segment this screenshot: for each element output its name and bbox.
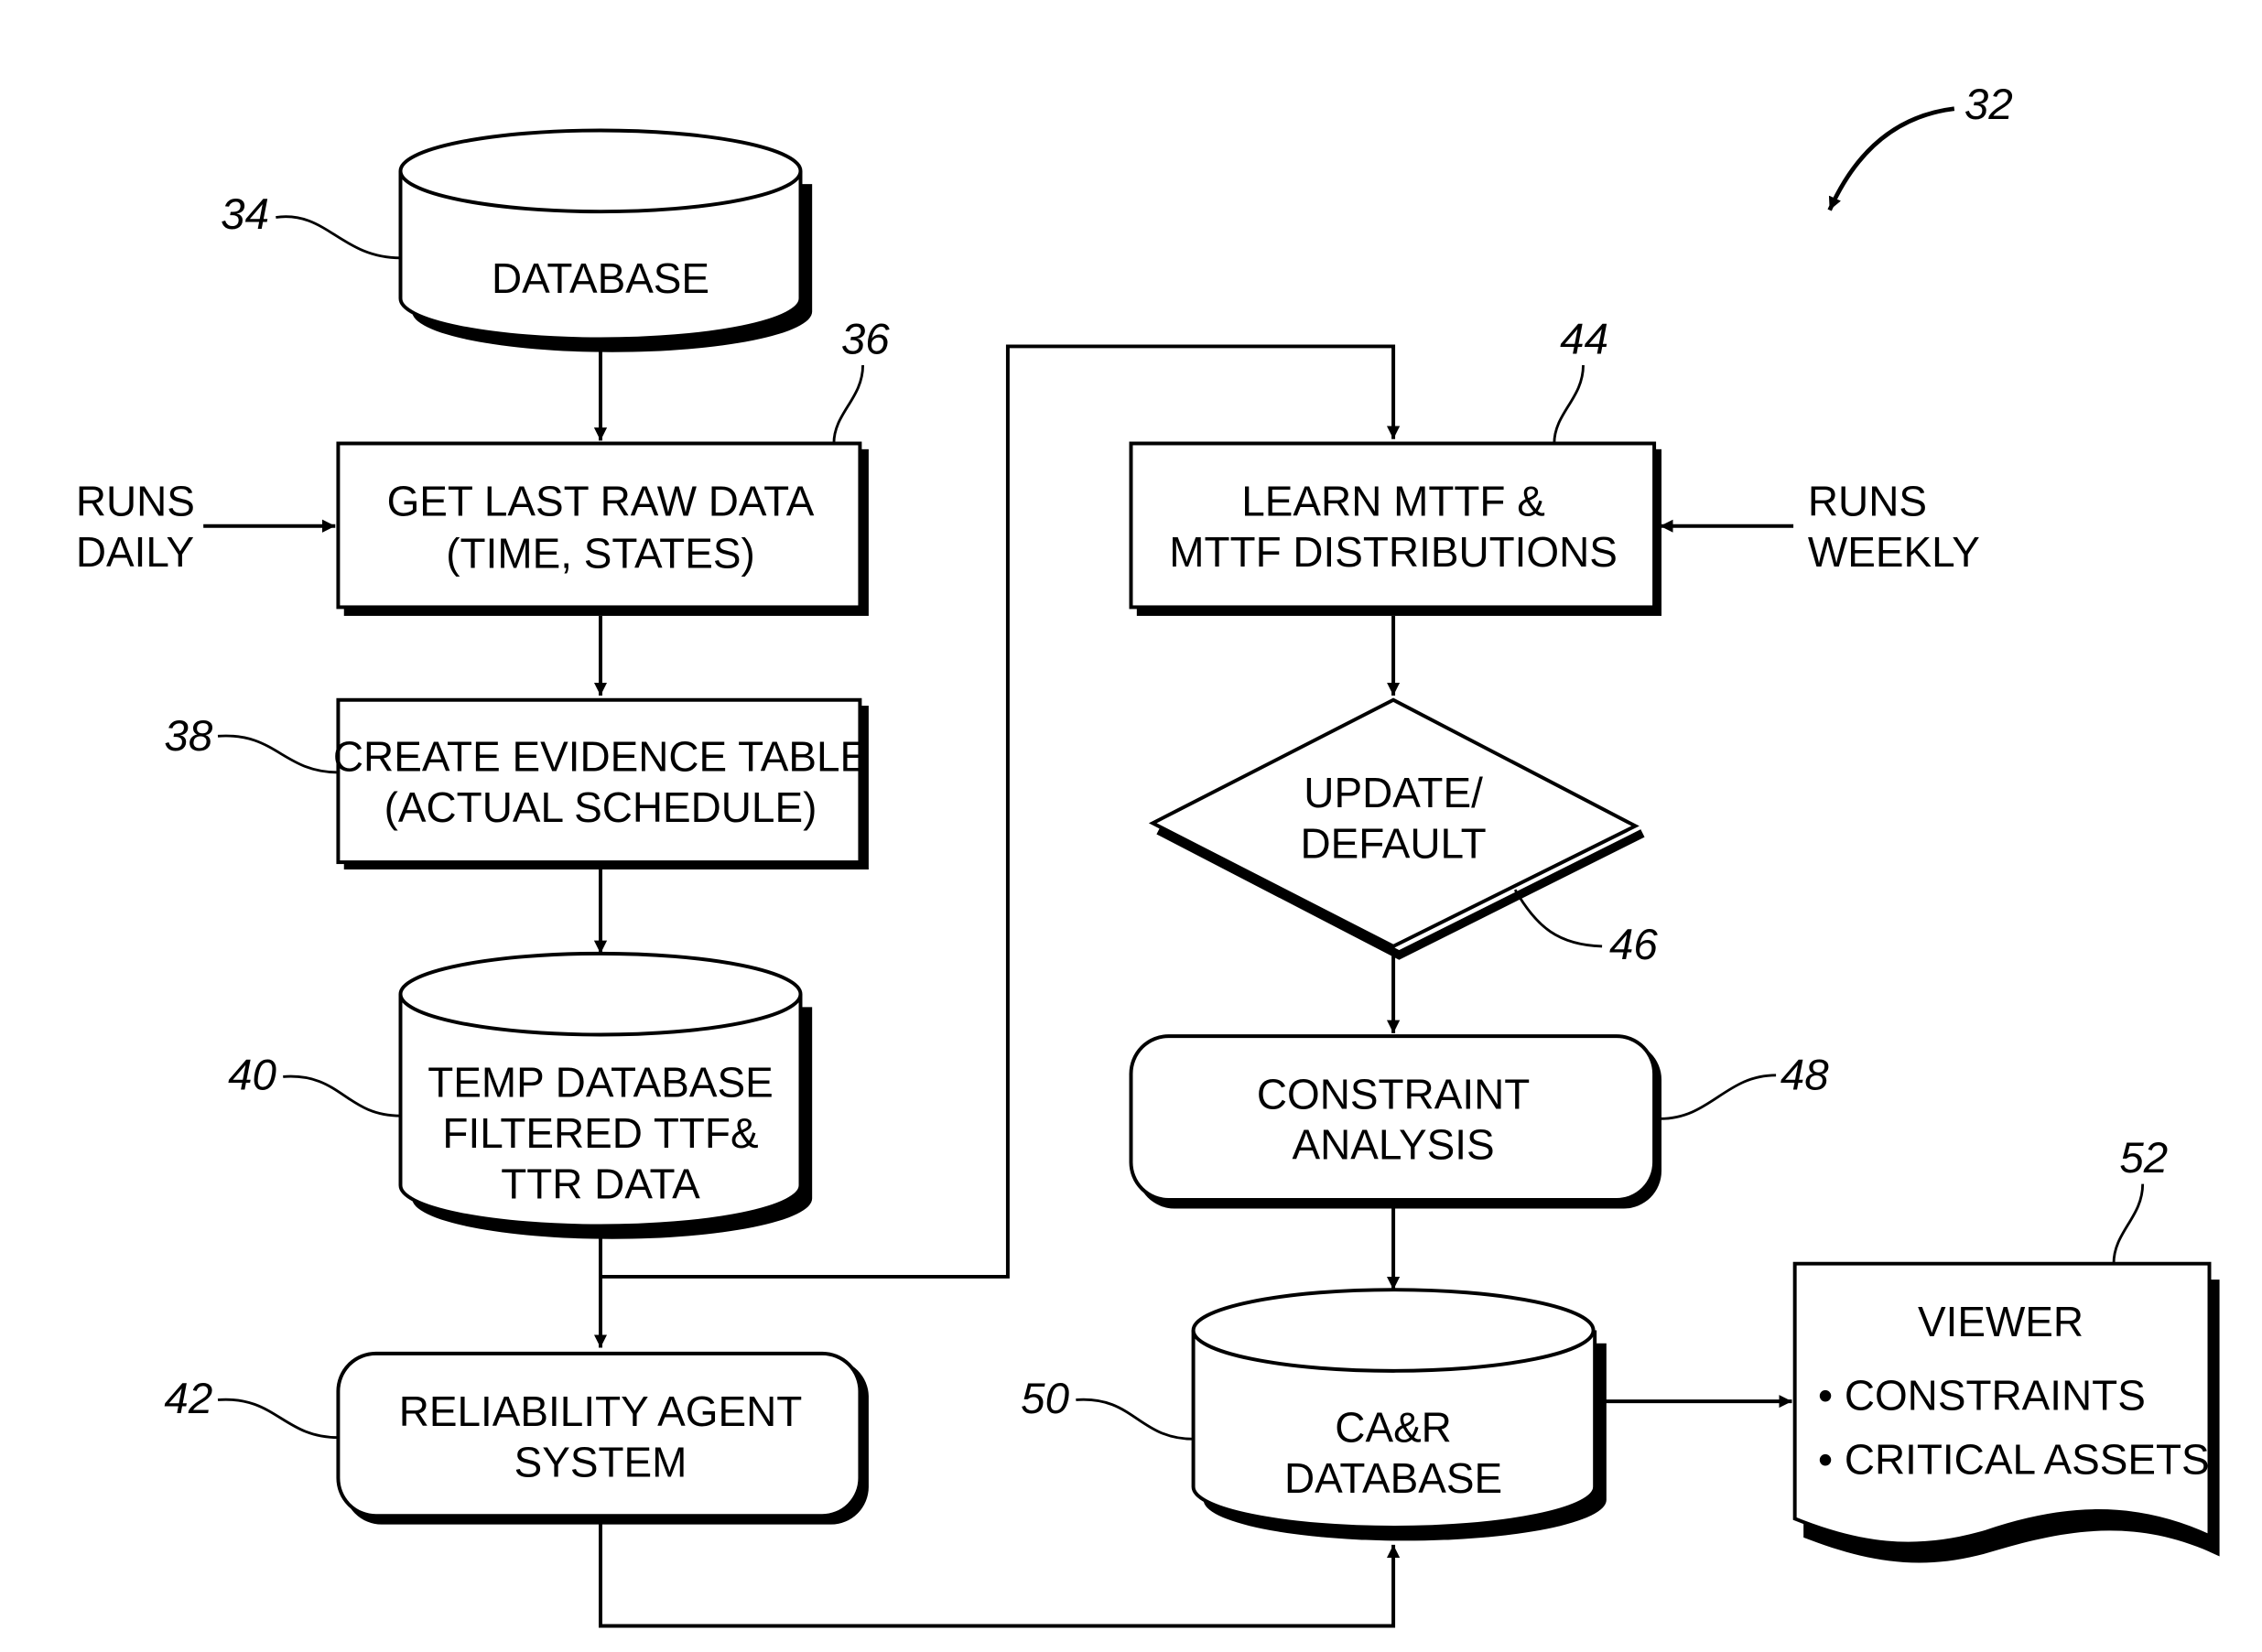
runs-weekly-input: RUNS WEEKLY <box>1660 478 1980 576</box>
tempdb-line2: FILTERED TTF& <box>442 1109 758 1157</box>
ref-40: 40 <box>228 1052 276 1100</box>
learn-mttf-node: LEARN MTTF & MTTF DISTRIBUTIONS 44 <box>1129 315 1661 616</box>
get-raw-line2: (TIME, STATES) <box>446 530 754 578</box>
ref-arrow-icon <box>1827 106 1955 211</box>
update-default-decision: UPDATE/ DEFAULT 46 <box>1148 697 1658 969</box>
runs-daily-line2: DAILY <box>76 528 194 576</box>
ref-label: 32 <box>1964 81 2013 129</box>
ref-52: 52 <box>2119 1134 2168 1182</box>
runs-weekly-line1: RUNS <box>1808 478 1927 525</box>
ref-48: 48 <box>1780 1052 1829 1100</box>
agent-line2: SYSTEM <box>514 1438 687 1485</box>
ref-44: 44 <box>1560 315 1608 363</box>
ref-42: 42 <box>164 1375 212 1423</box>
cardb-line1: CA&R <box>1335 1403 1452 1451</box>
flowchart: 32 DATABASE 34 GET LAST RAW DATA (TIME, … <box>76 81 2220 1628</box>
evidence-line1: CREATE EVIDENCE TABLE <box>333 732 868 780</box>
arrow-agent-to-cardb <box>599 1521 1401 1628</box>
tempdb-line3: TTR DATA <box>501 1160 700 1207</box>
runs-daily-line1: RUNS <box>76 478 195 525</box>
tempdb-line1: TEMP DATABASE <box>428 1059 774 1107</box>
learn-line2: MTTF DISTRIBUTIONS <box>1169 528 1618 576</box>
viewer-bullet-critical-assets: • CRITICAL ASSETS <box>1818 1435 2210 1483</box>
ref-38: 38 <box>164 712 212 761</box>
database-node: DATABASE 34 <box>221 128 813 352</box>
temp-database-node: TEMP DATABASE FILTERED TTF& TTR DATA 40 <box>228 951 813 1239</box>
cardb-line2: DATABASE <box>1284 1454 1502 1502</box>
runs-weekly-line2: WEEKLY <box>1808 528 1980 576</box>
database-label: DATABASE <box>492 254 709 302</box>
ref-36: 36 <box>841 315 890 363</box>
viewer-bullet-constraints: • CONSTRAINTS <box>1818 1372 2146 1420</box>
decision-line2: DEFAULT <box>1300 819 1486 867</box>
learn-line1: LEARN MTTF & <box>1241 478 1545 525</box>
get-raw-data-node: GET LAST RAW DATA (TIME, STATES) 36 <box>336 315 890 616</box>
car-database-node: CA&R DATABASE 50 <box>1021 1288 1607 1541</box>
decision-line1: UPDATE/ <box>1304 769 1483 816</box>
figure-ref-32: 32 <box>1827 81 2013 211</box>
viewer-title: VIEWER <box>1918 1298 2083 1345</box>
reliability-agent-node: RELIABILITY AGENT SYSTEM 42 <box>164 1351 869 1525</box>
agent-line1: RELIABILITY AGENT <box>399 1387 803 1435</box>
ref-50: 50 <box>1021 1375 1069 1423</box>
evidence-table-node: CREATE EVIDENCE TABLE (ACTUAL SCHEDULE) … <box>164 697 869 869</box>
evidence-line2: (ACTUAL SCHEDULE) <box>384 783 817 831</box>
runs-daily-input: RUNS DAILY <box>76 478 336 576</box>
ref-34: 34 <box>221 190 269 239</box>
constraint-analysis-node: CONSTRAINT ANALYSIS 48 <box>1129 1034 1829 1209</box>
ref-46: 46 <box>1609 921 1658 969</box>
constraint-line2: ANALYSIS <box>1293 1121 1495 1169</box>
get-raw-line1: GET LAST RAW DATA <box>387 478 815 525</box>
viewer-document-node: VIEWER • CONSTRAINTS • CRITICAL ASSETS 5… <box>1792 1134 2220 1563</box>
constraint-line1: CONSTRAINT <box>1257 1070 1530 1118</box>
